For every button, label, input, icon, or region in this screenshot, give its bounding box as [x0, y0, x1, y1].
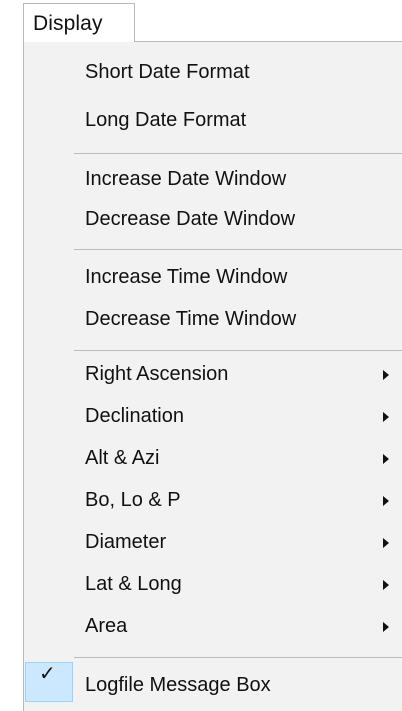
submenu-arrow-icon	[383, 412, 389, 422]
menu-item-label: Decrease Date Window	[85, 208, 296, 230]
menu-separator	[74, 249, 402, 250]
menu-item-label: Short Date Format	[85, 61, 250, 83]
menu-item-label: Increase Time Window	[85, 266, 288, 288]
menu-item-decrease-date-window[interactable]: Decrease Date Window	[24, 196, 402, 244]
menu-separator	[74, 153, 402, 154]
menu-item-label: Lat & Long	[85, 573, 182, 595]
menu-item-label: Declination	[85, 405, 184, 427]
menu-item-decrease-time-window[interactable]: Decrease Time Window	[24, 296, 402, 344]
menu-item-logfile-message-box[interactable]: ✓ Logfile Message Box	[24, 662, 402, 710]
menu-item-alt-azi[interactable]: Alt & Azi	[24, 435, 402, 483]
checkmark-icon: ✓	[39, 663, 56, 685]
menu-item-bo-lo-p[interactable]: Bo, Lo & P	[24, 477, 402, 525]
menu-bar: Display	[0, 0, 402, 42]
menu-item-label: Long Date Format	[85, 109, 247, 131]
menu-item-increase-time-window[interactable]: Increase Time Window	[24, 254, 402, 302]
checked-indicator: ✓	[25, 662, 73, 702]
menu-item-short-date-format[interactable]: Short Date Format	[24, 49, 402, 97]
menu-item-long-date-format[interactable]: Long Date Format	[24, 97, 402, 145]
submenu-arrow-icon	[383, 580, 389, 590]
menu-item-label: Diameter	[85, 531, 167, 553]
submenu-arrow-icon	[383, 454, 389, 464]
menu-item-label: Area	[85, 615, 128, 637]
display-dropdown-menu: Short Date Format Long Date Format Incre…	[23, 41, 402, 711]
menu-item-area[interactable]: Area	[24, 603, 402, 651]
menu-separator	[74, 657, 402, 658]
menu-item-label: Right Ascension	[85, 363, 229, 385]
menu-display[interactable]: Display	[23, 3, 135, 42]
menu-item-diameter[interactable]: Diameter	[24, 519, 402, 567]
menu-item-label: Bo, Lo & P	[85, 489, 181, 511]
menu-item-label: Increase Date Window	[85, 168, 287, 190]
menu-item-right-ascension[interactable]: Right Ascension	[24, 351, 402, 399]
menu-display-label: Display	[33, 12, 103, 35]
menu-item-declination[interactable]: Declination	[24, 393, 402, 441]
menu-item-lat-long[interactable]: Lat & Long	[24, 561, 402, 609]
submenu-arrow-icon	[383, 496, 389, 506]
submenu-arrow-icon	[383, 538, 389, 548]
submenu-arrow-icon	[383, 370, 389, 380]
menu-item-label: Logfile Message Box	[85, 674, 271, 696]
menu-item-label: Alt & Azi	[85, 447, 160, 469]
submenu-arrow-icon	[383, 622, 389, 632]
menu-item-label: Decrease Time Window	[85, 308, 297, 330]
